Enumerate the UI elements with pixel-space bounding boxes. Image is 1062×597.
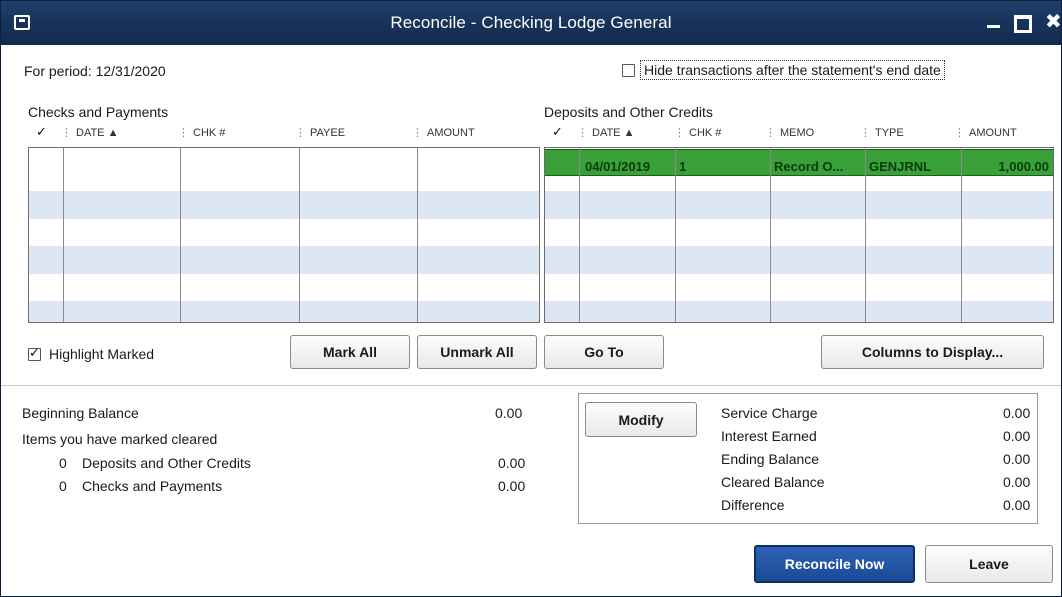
column-divider xyxy=(180,148,181,322)
checks-col-date[interactable]: ⋮ DATE ▲ xyxy=(61,126,118,139)
deposits-col-type[interactable]: ⋮ TYPE xyxy=(860,126,904,139)
deposits-col-type-label: TYPE xyxy=(875,127,904,139)
deposits-cleared-value: 0.00 xyxy=(498,455,526,471)
title-bar[interactable]: Reconcile - Checking Lodge General ✖ xyxy=(1,1,1062,45)
checks-col-amount-label: AMOUNT xyxy=(427,127,475,139)
difference-label: Difference xyxy=(721,497,785,513)
deposits-col-amount[interactable]: ⋮ AMOUNT xyxy=(954,126,1017,139)
window-title: Reconcile - Checking Lodge General xyxy=(390,13,672,32)
deposits-count: 0 xyxy=(59,455,67,471)
checks-cleared-label: Checks and Payments xyxy=(82,478,223,494)
deposits-col-date-label: DATE ▲ xyxy=(592,127,635,139)
checks-cleared-value: 0.00 xyxy=(498,478,526,494)
hide-transactions-label[interactable]: Hide transactions after the statement's … xyxy=(640,60,945,80)
maximize-icon[interactable] xyxy=(1014,15,1032,33)
deposits-col-amount-label: AMOUNT xyxy=(969,127,1017,139)
checks-table[interactable] xyxy=(28,147,540,323)
checks-col-date-label: DATE ▲ xyxy=(76,127,119,139)
beginning-balance-value: 0.00 xyxy=(495,405,523,421)
deposit-type-cell: GENJRNL xyxy=(869,159,932,174)
deposits-col-memo[interactable]: ⋮ MEMO xyxy=(765,126,814,139)
deposit-chk-cell: 1 xyxy=(679,159,687,174)
checks-col-amount[interactable]: ⋮ AMOUNT xyxy=(412,126,475,139)
deposits-col-chk-label: CHK # xyxy=(689,127,722,139)
reconcile-now-button[interactable]: Reconcile Now xyxy=(754,545,915,583)
table-row-selected[interactable]: 04/01/2019 1 Record O... GENJRNL 1,000.0… xyxy=(545,149,1053,176)
table-row[interactable] xyxy=(29,301,539,322)
highlight-marked-label[interactable]: Highlight Marked xyxy=(49,346,154,362)
highlight-marked-option[interactable]: Highlight Marked xyxy=(28,345,154,362)
deposits-col-chk[interactable]: ⋮ CHK # xyxy=(674,126,721,139)
column-divider xyxy=(579,148,580,322)
reconcile-window: Reconcile - Checking Lodge General ✖ For… xyxy=(0,0,1062,597)
table-row[interactable] xyxy=(545,301,1053,322)
cleared-balance-value: 0.00 xyxy=(1003,474,1031,490)
deposit-date-cell: 04/01/2019 xyxy=(585,159,651,174)
deposits-col-date[interactable]: ⋮ DATE ▲ xyxy=(577,126,634,139)
period-label: For period: 12/31/2020 xyxy=(24,63,166,79)
deposit-amount-cell: 1,000.00 xyxy=(998,159,1049,174)
column-divider xyxy=(961,148,962,322)
minimize-icon[interactable] xyxy=(987,15,1001,29)
column-divider xyxy=(865,148,866,322)
column-divider xyxy=(675,148,676,322)
column-divider xyxy=(299,148,300,322)
deposits-col-check[interactable]: ✓ xyxy=(552,124,563,140)
column-divider xyxy=(770,148,771,322)
service-charge-label: Service Charge xyxy=(721,405,818,421)
checks-col-chk-label: CHK # xyxy=(193,127,226,139)
hide-transactions-option[interactable]: Hide transactions after the statement's … xyxy=(622,60,945,80)
mark-all-button[interactable]: Mark All xyxy=(290,335,410,369)
table-row[interactable] xyxy=(29,191,539,219)
unmark-all-button[interactable]: Unmark All xyxy=(417,335,537,369)
checks-col-chk[interactable]: ⋮ CHK # xyxy=(178,126,225,139)
checks-section-title: Checks and Payments xyxy=(28,104,169,120)
go-to-button[interactable]: Go To xyxy=(544,335,664,369)
checks-col-payee[interactable]: ⋮ PAYEE xyxy=(295,126,345,139)
ending-balance-value: 0.00 xyxy=(1003,451,1031,467)
table-row[interactable] xyxy=(29,246,539,274)
ending-balance-label: Ending Balance xyxy=(721,451,820,467)
deposits-col-memo-label: MEMO xyxy=(780,127,815,139)
close-icon[interactable]: ✖ xyxy=(1045,11,1062,33)
table-row[interactable] xyxy=(545,246,1053,274)
leave-button[interactable]: Leave xyxy=(925,545,1053,583)
deposits-cleared-label: Deposits and Other Credits xyxy=(82,455,251,471)
checks-column-headers: ✓ ⋮ DATE ▲ ⋮ CHK # ⋮ PAYEE ⋮ AMOUNT xyxy=(28,124,538,142)
deposits-column-headers: ✓ ⋮ DATE ▲ ⋮ CHK # ⋮ MEMO ⋮ TYPE ⋮ AMOUNT xyxy=(544,124,1054,142)
service-charge-value: 0.00 xyxy=(1003,405,1031,421)
checks-col-check[interactable]: ✓ xyxy=(36,124,47,140)
checks-count: 0 xyxy=(59,478,67,494)
cleared-balance-label: Cleared Balance xyxy=(721,474,825,490)
difference-value: 0.00 xyxy=(1003,497,1031,513)
beginning-balance-label: Beginning Balance xyxy=(22,405,139,421)
column-divider xyxy=(417,148,418,322)
items-marked-label: Items you have marked cleared xyxy=(22,431,218,447)
table-row[interactable] xyxy=(545,191,1053,219)
modify-button[interactable]: Modify xyxy=(585,402,697,437)
column-divider xyxy=(63,148,64,322)
interest-earned-label: Interest Earned xyxy=(721,428,817,444)
columns-to-display-button[interactable]: Columns to Display... xyxy=(821,335,1044,369)
checks-col-payee-label: PAYEE xyxy=(310,127,346,139)
interest-earned-value: 0.00 xyxy=(1003,428,1031,444)
highlight-marked-checkbox[interactable] xyxy=(28,345,41,361)
hide-transactions-checkbox[interactable] xyxy=(622,63,635,77)
deposits-section-title: Deposits and Other Credits xyxy=(544,104,713,120)
section-divider xyxy=(1,385,1061,386)
deposits-table[interactable]: 04/01/2019 1 Record O... GENJRNL 1,000.0… xyxy=(544,147,1054,323)
deposit-memo-cell: Record O... xyxy=(774,159,844,174)
